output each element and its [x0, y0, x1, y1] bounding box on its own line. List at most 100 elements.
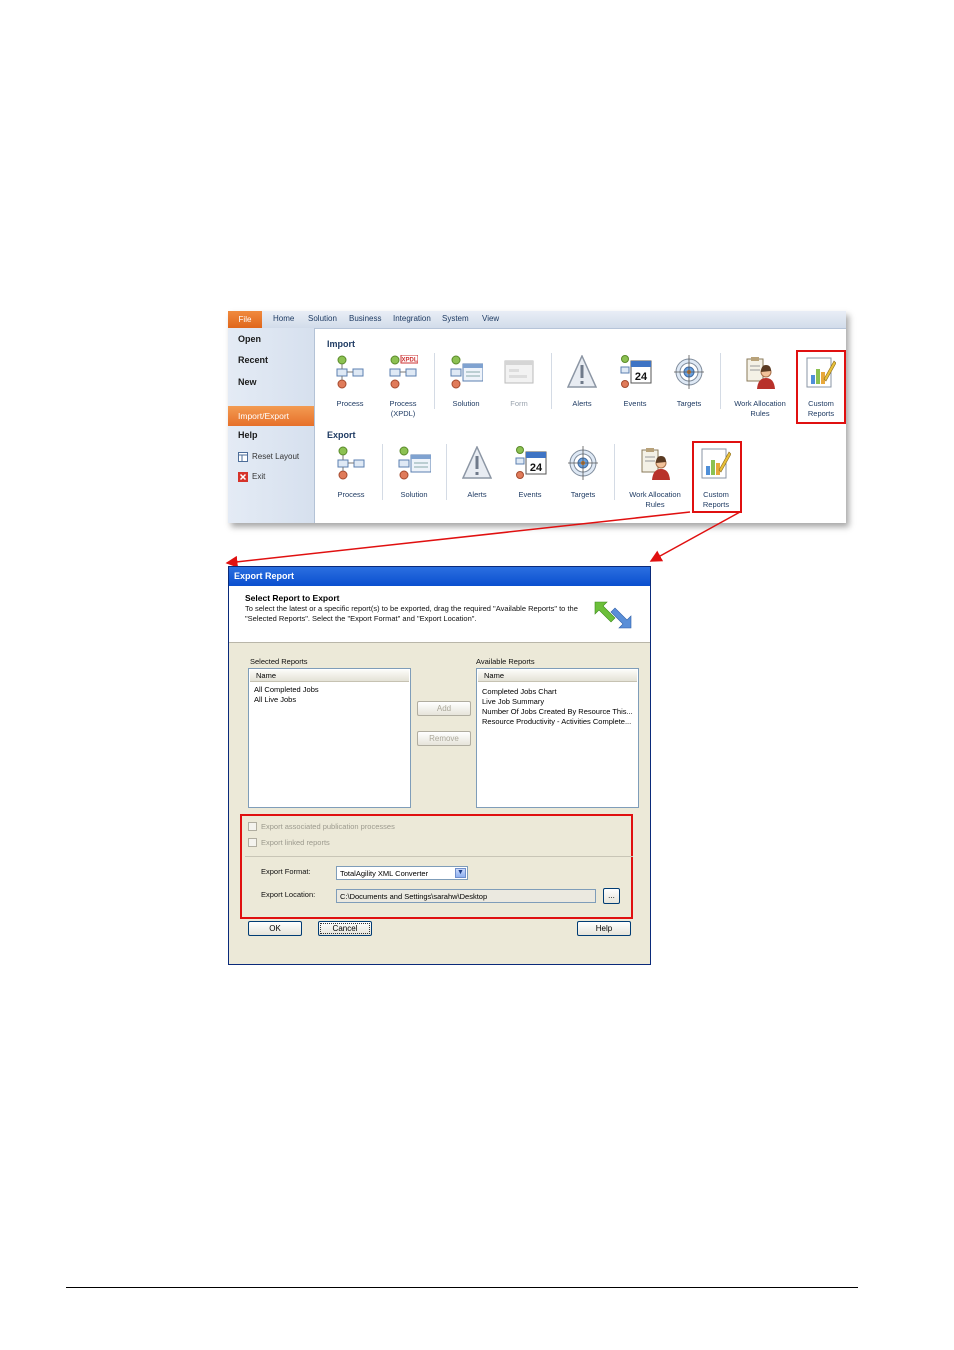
nav-import-export-label: Import/Export: [238, 411, 290, 421]
work-allocation-icon: [641, 448, 670, 480]
exit-icon: [238, 472, 248, 482]
help-button[interactable]: Help: [577, 921, 631, 936]
target-icon: [568, 446, 598, 480]
import-form-label: Form: [510, 399, 528, 408]
import-form-button[interactable]: Form: [492, 355, 546, 425]
export-work-allocation-button[interactable]: Work Allocation Rules: [628, 446, 682, 516]
dialog-titlebar[interactable]: Export Report: [229, 567, 650, 586]
export-process-button[interactable]: Process: [324, 446, 378, 516]
process-icon: [336, 355, 364, 389]
xpdl-tag: XPDL: [401, 358, 417, 364]
nav-import-export[interactable]: Import/Export: [228, 406, 314, 426]
import-alerts-button[interactable]: Alerts: [555, 355, 609, 425]
nav-exit[interactable]: Exit: [252, 472, 265, 481]
export-work-allocation-label-1: Work Allocation: [629, 490, 681, 499]
tab-home[interactable]: Home: [273, 314, 294, 323]
alert-icon: [462, 446, 492, 479]
selected-reports-label: Selected Reports: [250, 657, 308, 666]
list-item[interactable]: Live Job Summary: [482, 697, 544, 706]
export-format-label: Export Format:: [261, 867, 311, 876]
tab-solution[interactable]: Solution: [308, 314, 337, 323]
export-format-select[interactable]: TotalAgility XML Converter ▼: [336, 866, 468, 880]
target-icon: [674, 355, 704, 389]
dialog-title: Export Report: [234, 571, 295, 581]
selected-reports-name-header[interactable]: Name: [250, 670, 409, 682]
dialog-header: Select Report to Export To select the la…: [229, 586, 650, 643]
export-solution-button[interactable]: Solution: [387, 446, 441, 516]
nav-new[interactable]: New: [238, 377, 257, 387]
export-solution-label: Solution: [400, 490, 428, 499]
linked-reports-checkbox[interactable]: [248, 838, 257, 847]
ribbon-screenshot: File Home Solution Business Integration …: [228, 311, 846, 523]
export-targets-button[interactable]: Targets: [556, 446, 610, 516]
export-report-dialog: Export Report Select Report to Export To…: [228, 566, 651, 965]
nav-recent[interactable]: Recent: [238, 355, 268, 365]
tab-file[interactable]: File: [228, 311, 262, 328]
export-arrows-icon: [594, 601, 632, 629]
publication-processes-checkbox[interactable]: [248, 822, 257, 831]
nav-reset-layout[interactable]: Reset Layout: [252, 452, 299, 461]
nav-help[interactable]: Help: [238, 430, 258, 440]
import-solution-button[interactable]: Solution: [439, 355, 493, 425]
calendar-day: 24: [635, 371, 648, 383]
import-separator: [720, 353, 721, 409]
solution-icon: [398, 446, 431, 480]
work-allocation-icon: [746, 357, 775, 389]
import-targets-label: Targets: [676, 399, 702, 408]
list-item[interactable]: Completed Jobs Chart: [482, 687, 557, 696]
add-button[interactable]: Add: [417, 701, 471, 716]
calendar-day: 24: [530, 462, 543, 474]
list-item[interactable]: Number Of Jobs Created By Resource This.…: [482, 707, 633, 716]
export-location-value: C:\Documents and Settings\sarahw\Desktop: [340, 892, 488, 901]
export-location-field[interactable]: C:\Documents and Settings\sarahw\Desktop: [336, 889, 596, 903]
list-item[interactable]: Resource Productivity - Activities Compl…: [482, 717, 631, 726]
browse-button[interactable]: ...: [603, 888, 620, 904]
export-events-button[interactable]: 24 Events: [503, 446, 557, 516]
ribbon-tab-bar: File Home Solution Business Integration …: [228, 311, 846, 329]
export-alerts-button[interactable]: Alerts: [450, 446, 504, 516]
export-format-value: TotalAgility XML Converter: [340, 869, 429, 878]
import-targets-button[interactable]: Targets: [662, 355, 716, 425]
page-footer-rule: [66, 1287, 858, 1288]
nav-open[interactable]: Open: [238, 334, 261, 344]
export-work-allocation-label-2: Rules: [645, 500, 665, 509]
import-process-xpdl-button[interactable]: XPDL Process (XPDL): [376, 355, 430, 425]
cancel-button[interactable]: Cancel: [318, 921, 372, 936]
import-work-allocation-button[interactable]: Work Allocation Rules: [733, 355, 787, 425]
alert-icon: [567, 355, 597, 388]
tab-integration[interactable]: Integration: [393, 314, 431, 323]
tab-business[interactable]: Business: [349, 314, 381, 323]
highlight-import-custom-reports: [796, 350, 846, 424]
tab-view[interactable]: View: [482, 314, 499, 323]
import-events-button[interactable]: 24 Events: [608, 355, 662, 425]
tab-system[interactable]: System: [442, 314, 469, 323]
reset-layout-icon: [238, 452, 248, 462]
available-reports-name-header[interactable]: Name: [478, 670, 637, 682]
chevron-down-icon[interactable]: ▼: [455, 868, 466, 878]
import-process-xpdl-label-2: (XPDL): [390, 409, 416, 418]
linked-reports-label: Export linked reports: [261, 838, 330, 847]
import-process-xpdl-label-1: Process: [389, 399, 417, 408]
solution-icon: [450, 355, 483, 389]
list-item[interactable]: All Live Jobs: [254, 695, 296, 704]
highlight-export-custom-reports: [692, 441, 742, 513]
export-separator: [614, 444, 615, 500]
remove-button[interactable]: Remove: [417, 731, 471, 746]
process-icon: [337, 446, 365, 480]
export-targets-label: Targets: [570, 490, 596, 499]
import-work-allocation-label: Work Allocation Rules: [727, 399, 793, 419]
import-section-title: Import: [327, 339, 355, 349]
ok-button[interactable]: OK: [248, 921, 302, 936]
import-process-xpdl-label: Process (XPDL): [370, 399, 436, 419]
list-item[interactable]: All Completed Jobs: [254, 685, 319, 694]
export-section-title: Export: [327, 430, 356, 440]
export-process-label: Process: [337, 490, 365, 499]
import-process-button[interactable]: Process: [323, 355, 377, 425]
import-work-allocation-label-1: Work Allocation: [734, 399, 786, 408]
form-icon: [504, 360, 534, 384]
calendar-icon: 24: [620, 355, 652, 388]
selected-reports-list[interactable]: Name All Completed Jobs All Live Jobs: [248, 668, 411, 808]
available-reports-list[interactable]: Name Completed Jobs Chart Live Job Summa…: [476, 668, 639, 808]
file-menu-nav: Open Recent New Import/Export Help Reset…: [228, 328, 315, 523]
options-separator: [245, 856, 633, 857]
